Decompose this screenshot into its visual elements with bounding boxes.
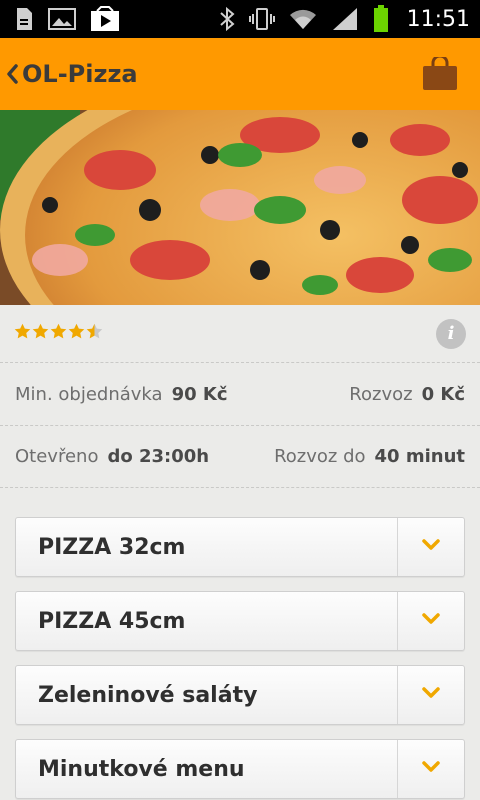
expand-button[interactable] — [397, 518, 464, 576]
opening-hours: Otevřeno do 23:00h — [15, 446, 209, 467]
restaurant-hero-image — [0, 110, 480, 305]
min-order-label: Min. objednávka — [15, 384, 163, 405]
category-item[interactable]: PIZZA 32cm — [15, 517, 465, 577]
rating-row: i — [0, 305, 480, 363]
opening-hours-label: Otevřeno — [15, 446, 99, 467]
min-order: Min. objednávka 90 Kč — [15, 384, 228, 405]
half-star-icon — [86, 323, 103, 345]
app-title: OL-Pizza — [22, 60, 138, 88]
star-icon — [50, 323, 67, 345]
image-icon — [48, 7, 76, 31]
sd-card-icon — [14, 7, 34, 31]
delivery-fee-label: Rozvoz — [349, 384, 413, 405]
expand-button[interactable] — [397, 740, 464, 798]
delivery-fee-value: 0 Kč — [421, 384, 465, 405]
star-icon — [68, 323, 85, 345]
order-info-row: Min. objednávka 90 Kč Rozvoz 0 Kč — [0, 364, 480, 426]
expand-button[interactable] — [397, 666, 464, 724]
expand-button[interactable] — [397, 592, 464, 650]
delivery-time-label: Rozvoz do — [274, 446, 366, 467]
category-item[interactable]: PIZZA 45cm — [15, 591, 465, 651]
hours-info-row: Otevřeno do 23:00h Rozvoz do 40 minut — [0, 426, 480, 488]
delivery-time: Rozvoz do 40 minut — [274, 446, 465, 467]
delivery-fee: Rozvoz 0 Kč — [349, 384, 465, 405]
app-bar: OL-Pizza — [0, 38, 480, 110]
category-label: Zeleninové saláty — [38, 682, 258, 708]
bluetooth-icon — [219, 6, 235, 32]
chevron-down-icon — [422, 760, 440, 778]
info-icon[interactable]: i — [436, 318, 466, 349]
star-icon — [32, 323, 49, 345]
chevron-down-icon — [422, 612, 440, 630]
category-item[interactable]: Zeleninové saláty — [15, 665, 465, 725]
wifi-icon — [289, 7, 317, 31]
category-label: PIZZA 32cm — [38, 534, 186, 560]
chevron-down-icon — [422, 686, 440, 704]
shopping-bag-icon[interactable] — [422, 57, 458, 91]
play-store-icon — [90, 6, 120, 32]
battery-icon — [373, 5, 389, 33]
status-bar: 11:51 — [0, 0, 480, 38]
clock: 11:51 — [406, 6, 470, 32]
delivery-time-value: 40 minut — [374, 446, 465, 467]
status-bar-system: 11:51 — [219, 5, 470, 33]
back-button[interactable]: OL-Pizza — [6, 60, 138, 88]
min-order-value: 90 Kč — [171, 384, 228, 405]
category-label: Minutkové menu — [38, 756, 245, 782]
vibrate-icon — [248, 6, 275, 32]
category-label: PIZZA 45cm — [38, 608, 186, 634]
chevron-left-icon — [6, 64, 18, 84]
star-icon — [14, 323, 31, 345]
opening-hours-value: do 23:00h — [107, 446, 210, 467]
status-bar-notifications — [14, 6, 120, 32]
category-item[interactable]: Minutkové menu — [15, 739, 465, 799]
signal-icon — [331, 6, 359, 32]
rating-stars — [14, 323, 103, 345]
chevron-down-icon — [422, 538, 440, 556]
